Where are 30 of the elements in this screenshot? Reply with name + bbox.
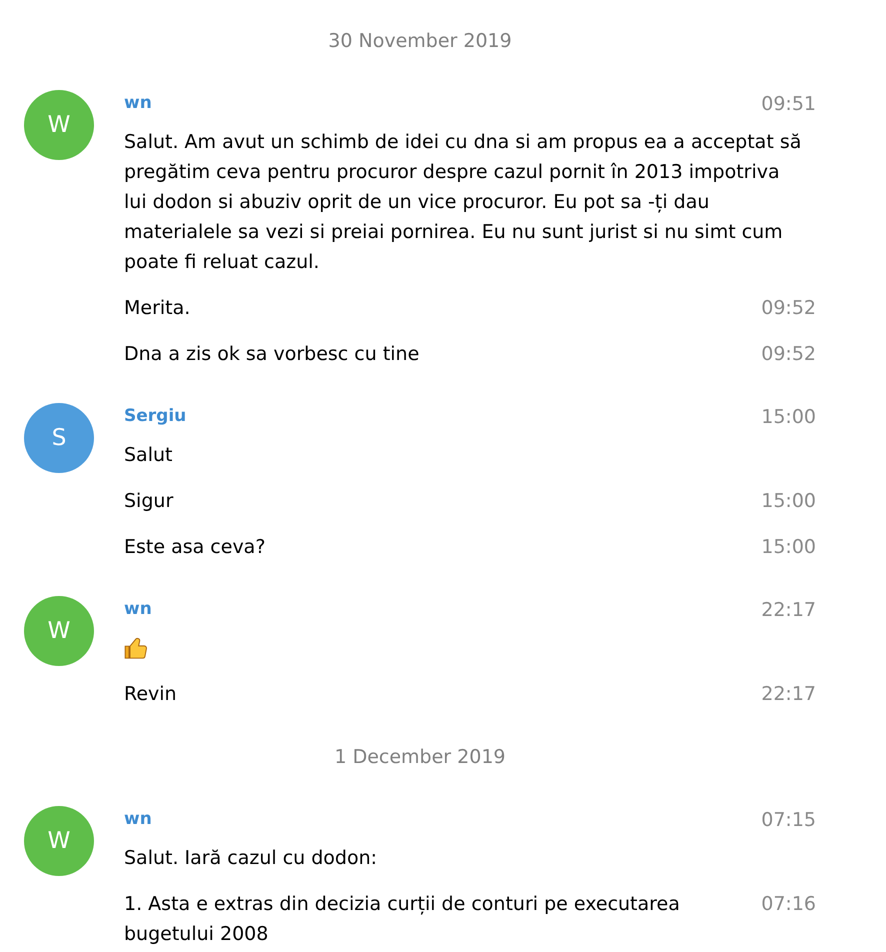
date-label: 1 December 2019 (334, 744, 506, 770)
message-text: Salut. Iară cazul cu dodon: (124, 846, 378, 871)
avatar[interactable]: W (24, 806, 94, 876)
avatar[interactable]: W (24, 90, 94, 160)
message-text: Este asa ceva? (124, 535, 266, 560)
message-time: 07:15 (761, 808, 816, 833)
sender-name[interactable]: wn (124, 807, 152, 833)
message-time: 22:17 (761, 598, 816, 623)
date-label: 30 November 2019 (328, 28, 512, 54)
message-text: Revin (124, 682, 177, 707)
thumbs-up-icon (124, 636, 148, 660)
avatar[interactable]: S (24, 403, 94, 473)
message-time: 09:52 (761, 342, 816, 367)
message-text: Merita. (124, 296, 190, 321)
message-time: 15:00 (761, 489, 816, 514)
message-time: 15:00 (761, 535, 816, 560)
message-text: Sigur (124, 489, 174, 514)
message-text: 1. Asta e extras din decizia curții de conturi pe executarea bugetului 2008 (124, 892, 681, 947)
message-text: Dna a zis ok sa vorbesc cu tine (124, 342, 420, 367)
sender-name[interactable]: wn (124, 91, 152, 117)
message-time: 15:00 (761, 404, 816, 430)
sender-name[interactable]: wn (124, 597, 152, 623)
avatar[interactable]: W (24, 596, 94, 666)
message-time: 09:51 (761, 92, 816, 117)
message-time: 09:52 (761, 296, 816, 321)
message-time: 22:17 (761, 682, 816, 707)
sender-name[interactable]: Sergiu (124, 404, 186, 430)
message-text: Salut (124, 443, 172, 468)
message-time: 07:16 (761, 892, 816, 917)
message-text: Salut. Am avut un schimb de idei cu dna si am propus ea a acceptat să pregătim ceva pentru procuror despre cazul pornit în 2013 impotriva lui dodon si abuziv oprit de un vice procuror. Eu pot sa -ți dau materialele sa vezi si preiai pornirea. Eu nu sunt jurist si nu simt cum poate fi reluat cazul. (124, 130, 802, 275)
